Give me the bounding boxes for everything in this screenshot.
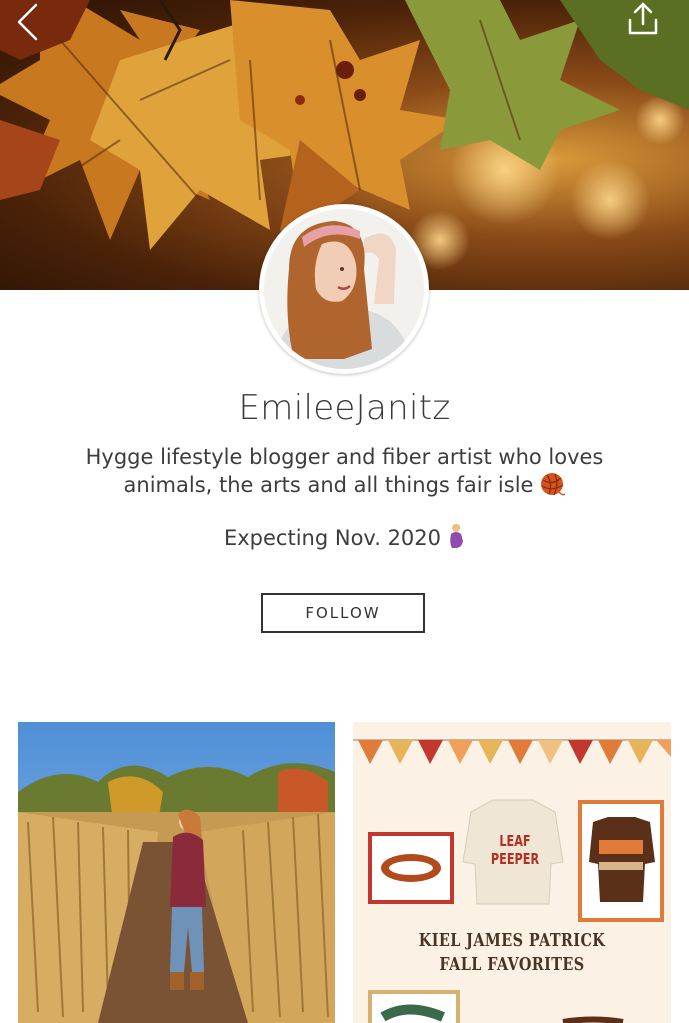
sweater-print-text: LEAF PEEPER: [490, 832, 540, 868]
chevron-left-icon: [17, 3, 38, 41]
expecting-text: Expecting Nov. 2020: [223, 526, 442, 550]
post-tile[interactable]: LEAF PEEPER KIEL JAMES PATRICK FALL FAVO…: [353, 722, 671, 1023]
follow-button[interactable]: FOLLOW: [261, 593, 425, 633]
pregnant-woman-icon: [447, 523, 465, 554]
graphic-title: KIEL JAMES PATRICK: [418, 930, 606, 951]
corn-maze-photo: [18, 722, 335, 1023]
yarn-ball-icon: [539, 472, 566, 503]
post-tile[interactable]: [18, 722, 335, 1023]
profile-portrait: [264, 209, 424, 369]
bio-line-with-emoji: animals, the arts and all things fair is…: [60, 471, 629, 503]
profile-username: EmileeJanitz: [238, 388, 451, 428]
share-button[interactable]: [627, 2, 667, 42]
profile-bio: Hygge lifestyle blogger and fiber artist…: [60, 443, 629, 503]
expecting-status: Expecting Nov. 2020: [0, 523, 689, 554]
bio-line: animals, the arts and all things fair is…: [123, 473, 534, 497]
back-button[interactable]: [16, 2, 56, 42]
avatar-photo: [264, 209, 424, 369]
graphic-subtitle: FALL FAVORITES: [439, 954, 585, 975]
avatar[interactable]: [259, 204, 429, 374]
share-upload-icon: [628, 2, 658, 35]
fall-favorites-graphic: [353, 722, 671, 1023]
bio-line: Hygge lifestyle blogger and fiber artist…: [85, 445, 604, 469]
